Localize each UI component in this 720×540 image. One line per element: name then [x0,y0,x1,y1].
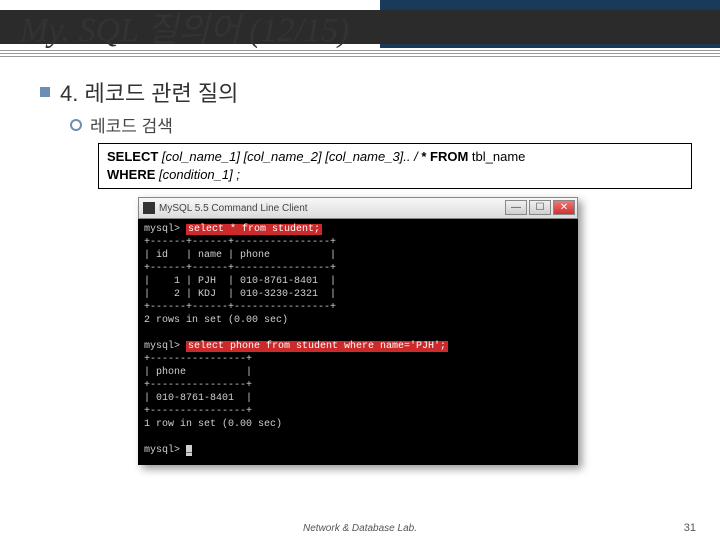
cols: [col_name_1] [col_name_2] [col_name_3]..… [162,149,421,164]
sep: +----------------+ [144,406,252,417]
cursor: _ [186,445,192,456]
star-from: * FROM [421,149,472,164]
prompt: mysql> [144,445,186,456]
circle-bullet-icon [70,119,82,131]
close-button[interactable]: ✕ [553,200,575,215]
sep: +------+------+----------------+ [144,263,336,274]
kw-select: SELECT [107,149,162,164]
rowcount: 1 row in set (0.00 sec) [144,419,282,430]
row: | 010-8761-8401 | [144,393,252,404]
row: | 2 | KDJ | 010-3230-2321 | [144,289,336,300]
rowcount: 2 rows in set (0.00 sec) [144,315,288,326]
sep: +------+------+----------------+ [144,302,336,313]
hdr: | id | name | phone | [144,250,336,261]
sep: +------+------+----------------+ [144,237,336,248]
sep: +----------------+ [144,354,252,365]
app-icon [143,202,155,214]
tbl: tbl_name [472,149,525,164]
section-heading: 4. 레코드 관련 질의 [40,76,692,108]
title-rule [0,50,720,59]
prompt: mysql> [144,224,186,235]
footer-text: Network & Database Lab. [0,523,720,534]
page-number: 31 [684,522,696,534]
sql-syntax-box: SELECT [col_name_1] [col_name_2] [col_na… [98,143,692,189]
section-title: 4. 레코드 관련 질의 [60,76,238,108]
terminal-body: mysql> select * from student; +------+--… [138,219,578,465]
kw-where: WHERE [107,167,159,182]
window-title: MySQL 5.5 Command Line Client [159,203,308,214]
subsection-heading: 레코드 검색 [70,112,692,137]
row: | 1 | PJH | 010-8761-8401 | [144,276,336,287]
cond: [condition_1] ; [159,167,240,182]
query-1: select * from student; [186,224,322,235]
subsection-title: 레코드 검색 [90,112,173,137]
terminal-titlebar: MySQL 5.5 Command Line Client — ☐ ✕ [138,197,578,219]
prompt: mysql> [144,341,186,352]
query-2: select phone from student where name='PJ… [186,341,448,352]
sep: +----------------+ [144,380,252,391]
minimize-button[interactable]: — [505,200,527,215]
terminal-window: MySQL 5.5 Command Line Client — ☐ ✕ mysq… [138,197,578,465]
square-bullet-icon [40,87,50,97]
title-bar: My. SQL 질의어 (12/15) [0,0,720,68]
hdr: | phone | [144,367,252,378]
slide-title: My. SQL 질의어 (12/15) [20,2,349,51]
maximize-button[interactable]: ☐ [529,200,551,215]
